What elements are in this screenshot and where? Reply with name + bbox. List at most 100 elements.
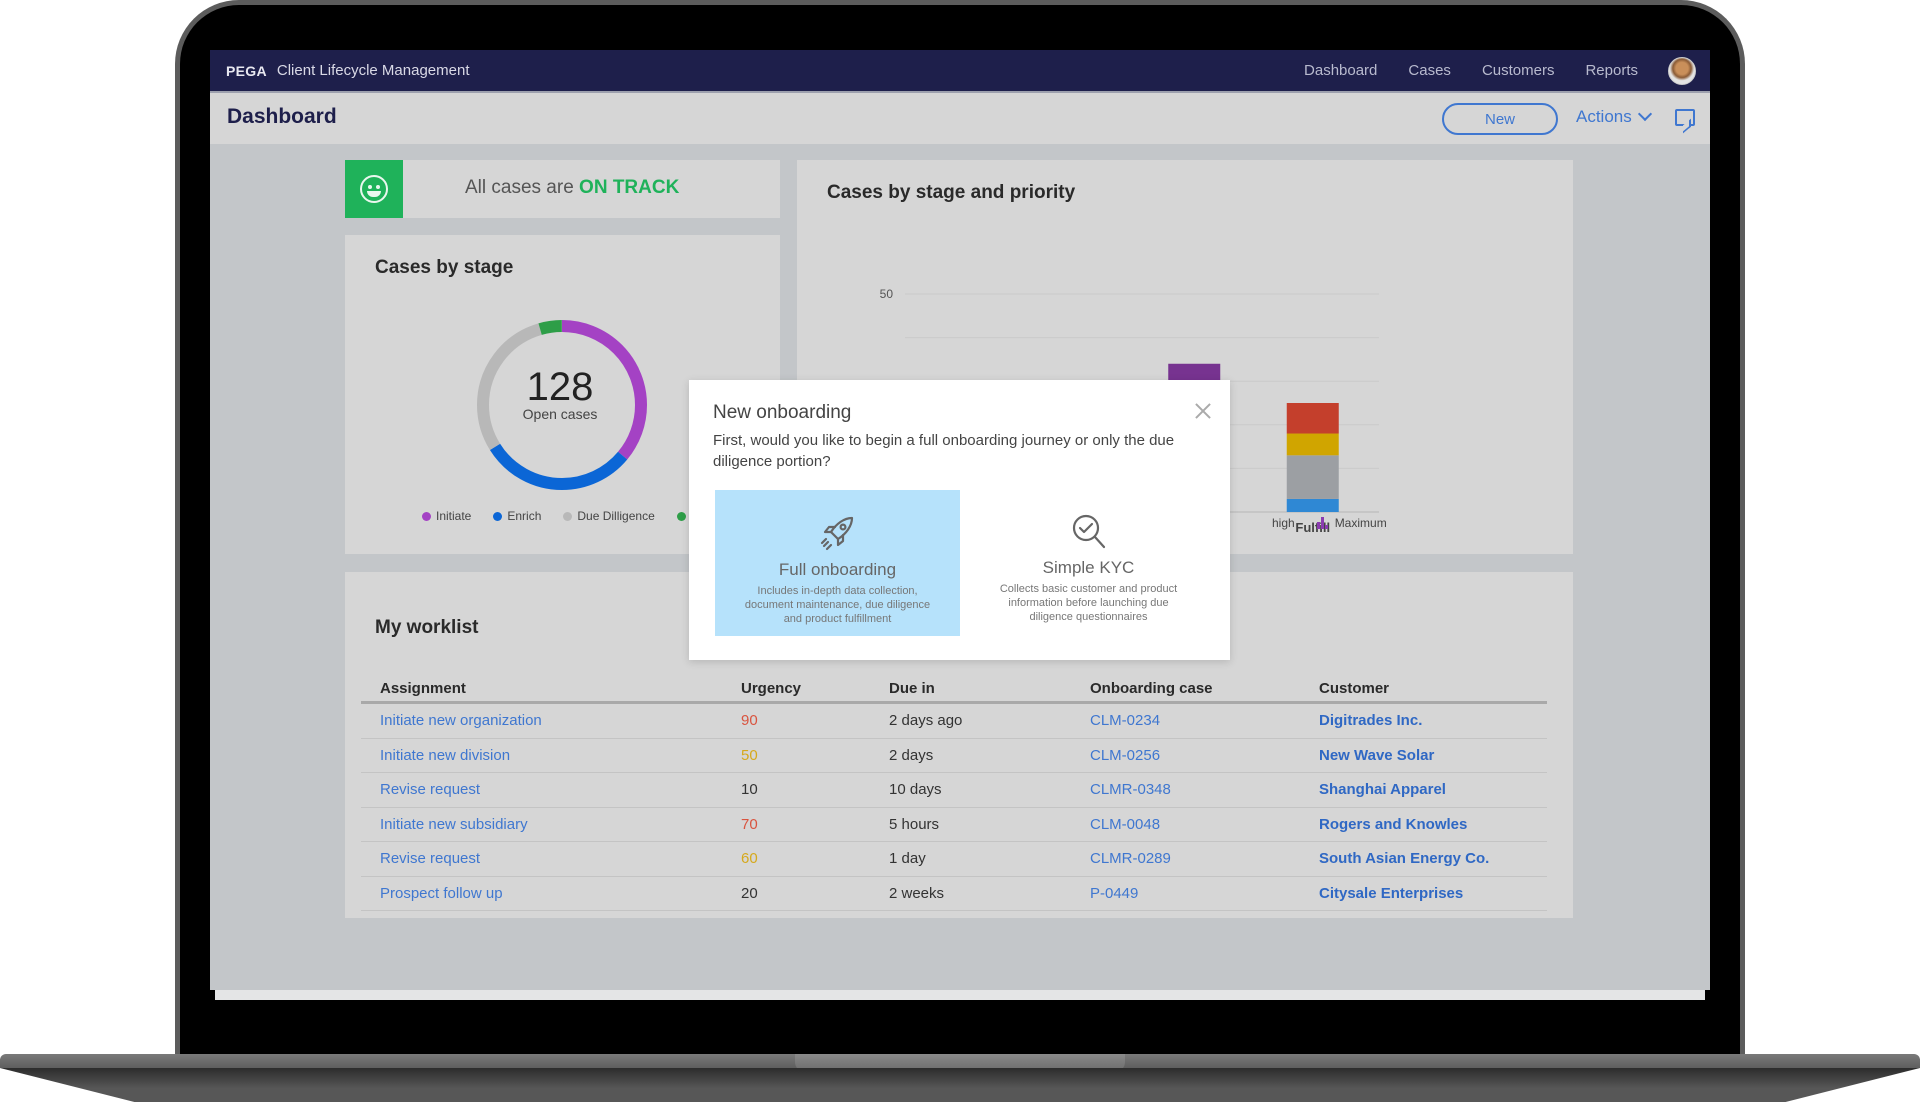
legend-label: Enrich	[507, 509, 542, 523]
col-customer[interactable]: Customer	[1319, 680, 1547, 697]
donut-legend: Initiate Enrich Due Dilligence	[422, 509, 713, 523]
assignment-link[interactable]: Revise request	[361, 850, 741, 867]
legend-dot-icon	[676, 511, 686, 521]
user-avatar-icon[interactable]	[1668, 56, 1696, 85]
open-cases-count: 128	[526, 365, 594, 409]
urgency-value: 10	[741, 781, 758, 799]
full-onboarding-option[interactable]: Full onboarding Includes in-depth data c…	[715, 490, 960, 636]
col-due-in[interactable]: Due in	[889, 680, 1090, 697]
due-in-value: 2 days	[889, 746, 934, 764]
cases-by-stage-title: Cases by stage	[375, 257, 514, 278]
legend-label: high	[1272, 516, 1295, 530]
chevron-down-icon	[1637, 106, 1652, 122]
status-prefix: All cases are	[465, 177, 580, 198]
y-tick-label: 50	[880, 287, 894, 301]
nav-customers[interactable]: Customers	[1482, 62, 1555, 79]
laptop-mockup: PEGA Client Lifecycle Management Dashboa…	[0, 0, 1920, 1102]
nav-cases[interactable]: Cases	[1408, 62, 1451, 79]
smile-icon	[360, 175, 388, 203]
legend-dot-icon	[493, 511, 503, 521]
assignment-link[interactable]: Prospect follow up	[361, 885, 741, 902]
table-row[interactable]: Initiate new division 50 2 days CLM-0256 New…	[361, 739, 1547, 773]
assignment-link[interactable]: Initiate new organization	[361, 712, 741, 729]
page-header: Dashboard New Actions	[210, 91, 1710, 144]
assignment-link[interactable]: Initiate new division	[361, 747, 741, 764]
donut-center: 128 Open cases	[485, 365, 635, 422]
new-onboarding-modal: New onboarding First, would you like to …	[689, 380, 1230, 660]
app-name: Client Lifecycle Management	[276, 62, 470, 79]
option-description: Collects basic customer and product info…	[999, 583, 1178, 623]
case-link[interactable]: CLM-0256	[1090, 747, 1319, 764]
due-in-value: 2 days ago	[889, 712, 963, 730]
due-in-value: 5 hours	[889, 815, 940, 833]
customer-link[interactable]: Digitrades Inc.	[1319, 712, 1547, 729]
nav-links: Dashboard Cases Customers Reports	[1273, 50, 1710, 91]
option-description: Includes in-depth data collection, docum…	[744, 585, 931, 625]
table-row[interactable]: Prospect follow up 20 2 weeks P-0449 Citysal…	[361, 877, 1547, 911]
case-link[interactable]: CLM-0234	[1090, 712, 1319, 729]
nav-dashboard[interactable]: Dashboard	[1304, 62, 1377, 79]
simple-kyc-option[interactable]: Simple KYC Collects basic customer and p…	[966, 490, 1211, 636]
case-link[interactable]: CLMR-0289	[1090, 850, 1319, 867]
legend-label: Maximum	[1334, 516, 1387, 530]
bar-fulfill-high[interactable]	[1286, 433, 1339, 456]
col-onboarding-case[interactable]: Onboarding case	[1090, 680, 1319, 697]
new-button[interactable]: New	[1442, 103, 1558, 135]
urgency-value: 90	[741, 712, 758, 730]
worklist-table: Assignment Urgency Due in Onboarding cas…	[361, 676, 1547, 911]
screen-reflection	[215, 990, 1705, 1000]
col-assignment[interactable]: Assignment	[361, 680, 741, 697]
legend-initiate[interactable]: Initiate	[422, 509, 471, 523]
table-row[interactable]: Initiate new subsidiary 70 5 hours CLM-0048…	[361, 808, 1547, 842]
top-navbar: PEGA Client Lifecycle Management Dashboa…	[210, 50, 1710, 91]
laptop-base	[0, 1054, 1920, 1102]
due-in-value: 2 weeks	[889, 884, 945, 902]
customer-link[interactable]: Citysale Enterprises	[1319, 885, 1547, 902]
customer-link[interactable]: Shanghai Apparel	[1319, 781, 1547, 798]
table-header: Assignment Urgency Due in Onboarding cas…	[361, 676, 1547, 704]
option-title: Simple KYC	[1042, 558, 1135, 577]
rocket-icon	[715, 512, 960, 556]
legend-dot-icon	[422, 511, 431, 521]
customer-link[interactable]: South Asian Energy Co.	[1319, 850, 1547, 867]
actions-label: Actions	[1576, 107, 1632, 126]
chat-bubble-icon[interactable]	[1675, 109, 1695, 126]
urgency-value: 50	[741, 746, 758, 764]
case-link[interactable]: CLMR-0348	[1090, 781, 1319, 798]
status-badge: ON TRACK	[579, 177, 680, 198]
nav-reports[interactable]: Reports	[1585, 62, 1638, 79]
table-row[interactable]: Revise request 60 1 day CLMR-0289 South Asia…	[361, 842, 1547, 877]
customer-link[interactable]: New Wave Solar	[1319, 747, 1547, 764]
worklist-title: My worklist	[375, 617, 479, 638]
assignment-link[interactable]: Initiate new subsidiary	[361, 816, 741, 833]
option-title: Full onboarding	[778, 560, 897, 579]
case-link[interactable]: CLM-0048	[1090, 816, 1319, 833]
close-icon[interactable]	[1193, 401, 1213, 421]
legend-label: Initiate	[436, 509, 472, 523]
status-icon-box	[345, 160, 403, 218]
bar-fulfill-low[interactable]	[1286, 498, 1339, 512]
brand-logo[interactable]: PEGA	[226, 63, 267, 79]
col-urgency[interactable]: Urgency	[741, 680, 889, 697]
customer-link[interactable]: Rogers and Knowles	[1319, 816, 1547, 833]
legend-dot-icon	[563, 511, 573, 521]
legend-enrich[interactable]: Enrich	[493, 509, 541, 523]
laptop-base-bottom	[0, 1068, 1920, 1102]
table-row[interactable]: Initiate new organization 90 2 days ago CLM…	[361, 704, 1547, 739]
case-link[interactable]: P-0449	[1090, 885, 1319, 902]
bar-chart-icon	[1316, 517, 1329, 529]
status-text: All cases are ON TRACK	[465, 177, 679, 199]
legend-very-high[interactable]: high	[1272, 516, 1295, 530]
actions-menu-button[interactable]: Actions	[1576, 106, 1652, 127]
modal-title: New onboarding	[713, 402, 852, 423]
legend-label: Due Dilligence	[577, 509, 655, 523]
bar-fulfill-very-high[interactable]	[1286, 403, 1339, 434]
modal-description: First, would you like to begin a full on…	[713, 432, 1175, 470]
table-row[interactable]: Revise request 10 10 days CLMR-0348 Shanghai…	[361, 773, 1547, 808]
assignment-link[interactable]: Revise request	[361, 781, 741, 798]
bar-fulfill-medium[interactable]	[1286, 455, 1339, 499]
legend-maximum[interactable]: Maximum	[1316, 516, 1387, 530]
search-check-icon	[966, 510, 1211, 554]
legend-due-diligence[interactable]: Due Dilligence	[563, 509, 655, 523]
chart-legend: high Maximum	[1272, 516, 1409, 530]
